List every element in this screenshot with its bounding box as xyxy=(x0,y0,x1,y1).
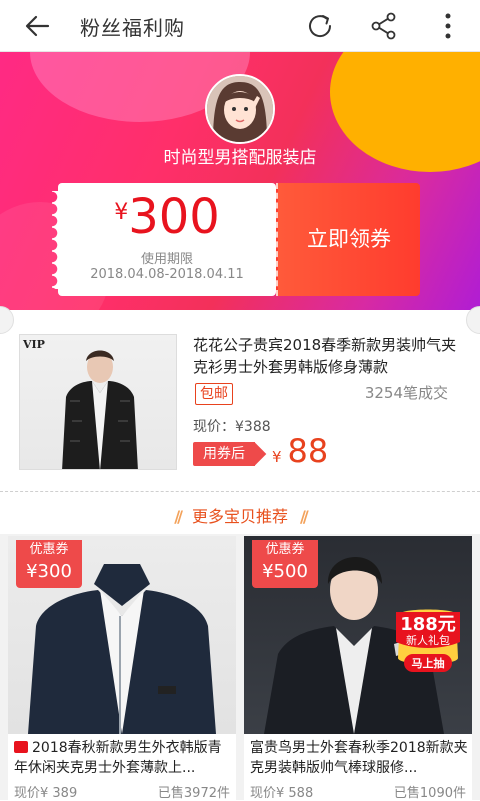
card-sold-count: 已售3972件 xyxy=(157,786,230,801)
section-divider xyxy=(0,491,480,492)
more-options-icon[interactable] xyxy=(432,10,464,42)
card-price: 现价¥ 588 xyxy=(250,786,314,801)
top-bar: 粉丝福利购 xyxy=(0,0,480,52)
gift-action: 马上抽 xyxy=(412,656,445,670)
current-price: 现价：¥388 xyxy=(193,419,271,435)
coupon-badge-label: 优惠券 xyxy=(265,542,305,557)
coupon-badge-label: 优惠券 xyxy=(29,542,69,557)
decorative-slash-icon: // xyxy=(300,507,309,526)
card-title[interactable]: 富贵鸟男士外套春秋季2018新款夹克男装韩版帅气棒球服修... xyxy=(250,738,468,778)
back-arrow-icon[interactable] xyxy=(20,10,54,42)
sold-count: 3254笔成交 xyxy=(364,384,448,402)
shop-avatar[interactable] xyxy=(205,74,275,144)
more-recommendations-header: // 更多宝贝推荐 // xyxy=(0,503,480,527)
gift-amount: 188元 xyxy=(400,614,456,635)
card-title[interactable]: 2018春秋新款男生外衣韩版青年休闲夹克男士外套薄款上... xyxy=(14,738,232,778)
share-icon[interactable] xyxy=(368,10,400,42)
card-title-text: 2018春秋新款男生外衣韩版青年休闲夹克男士外套薄款上... xyxy=(14,740,222,776)
more-recommendations-label: 更多宝贝推荐 xyxy=(191,507,288,526)
avatar-portrait-icon xyxy=(207,76,273,142)
recommendation-card[interactable]: 优惠券 ¥300 2018春秋新款男生外衣韩版青年休闲夹克男士外套薄款上... … xyxy=(8,536,236,801)
product-title[interactable]: 花花公子贵宾2018春季新款男装帅气夹克衫男士外套男韩版修身薄款 xyxy=(193,334,458,378)
hero-banner: 时尚型男搭配服装店 ¥300 使用期限 2018.04.08-2018.04.1… xyxy=(0,52,480,310)
coupon-currency: ¥ xyxy=(114,200,129,225)
coupon-validity-label: 使用期限 xyxy=(140,252,193,267)
decorative-slash-icon: // xyxy=(174,507,183,526)
recommendation-grid: 优惠券 ¥300 2018春秋新款男生外衣韩版青年休闲夹克男士外套薄款上... … xyxy=(0,534,480,801)
free-shipping-badge: 包邮 xyxy=(195,383,233,405)
after-price-value: 88 xyxy=(287,432,329,470)
coupon-badge-amount: ¥300 xyxy=(26,561,72,582)
coupon-ticket: ¥300 使用期限 2018.04.08-2018.04.11 xyxy=(52,183,276,296)
product-card[interactable]: VIP 花花公子贵宾2018春季新款男装帅气夹克衫男士外套男韩版修身薄款 包邮 … xyxy=(0,322,480,487)
page-title: 粉丝福利购 xyxy=(80,16,185,40)
coupon-dates: 2018.04.08-2018.04.11 xyxy=(90,267,244,282)
gift-label: 新人礼包 xyxy=(406,633,450,647)
card-sold-count: 已售1090件 xyxy=(393,786,466,801)
after-price-currency: ¥ xyxy=(272,448,282,466)
red-envelope-icon xyxy=(14,741,28,753)
recommendation-card[interactable]: 优惠券 ¥500 188元 新人礼包 马上抽 富贵鸟男士外套春秋季2018新款夹… xyxy=(244,536,472,801)
card-price: 现价¥ 389 xyxy=(14,786,78,801)
model-photo-icon xyxy=(62,350,138,469)
coupon-value: 300 xyxy=(128,189,220,245)
gift-box-icon: 188元 新人礼包 马上抽 xyxy=(396,609,460,672)
coupon-badge: 优惠券 ¥300 xyxy=(16,540,82,588)
coupon-badge: 优惠券 ¥500 xyxy=(252,540,318,588)
brand-logo: VIP xyxy=(23,338,45,351)
new-user-gift-floating-button[interactable]: 188元 新人礼包 马上抽 xyxy=(388,606,468,676)
coupon-amount: ¥300 xyxy=(58,189,276,245)
shop-name: 时尚型男搭配服装店 xyxy=(163,148,317,168)
refresh-icon[interactable] xyxy=(304,10,336,42)
claim-coupon-button[interactable]: 立即领券 xyxy=(276,183,420,296)
after-coupon-tag: 用券后 xyxy=(193,442,255,466)
coupon-badge-amount: ¥500 xyxy=(262,561,308,582)
product-image[interactable]: VIP xyxy=(19,334,177,470)
after-coupon-price: ¥88 xyxy=(272,432,328,470)
